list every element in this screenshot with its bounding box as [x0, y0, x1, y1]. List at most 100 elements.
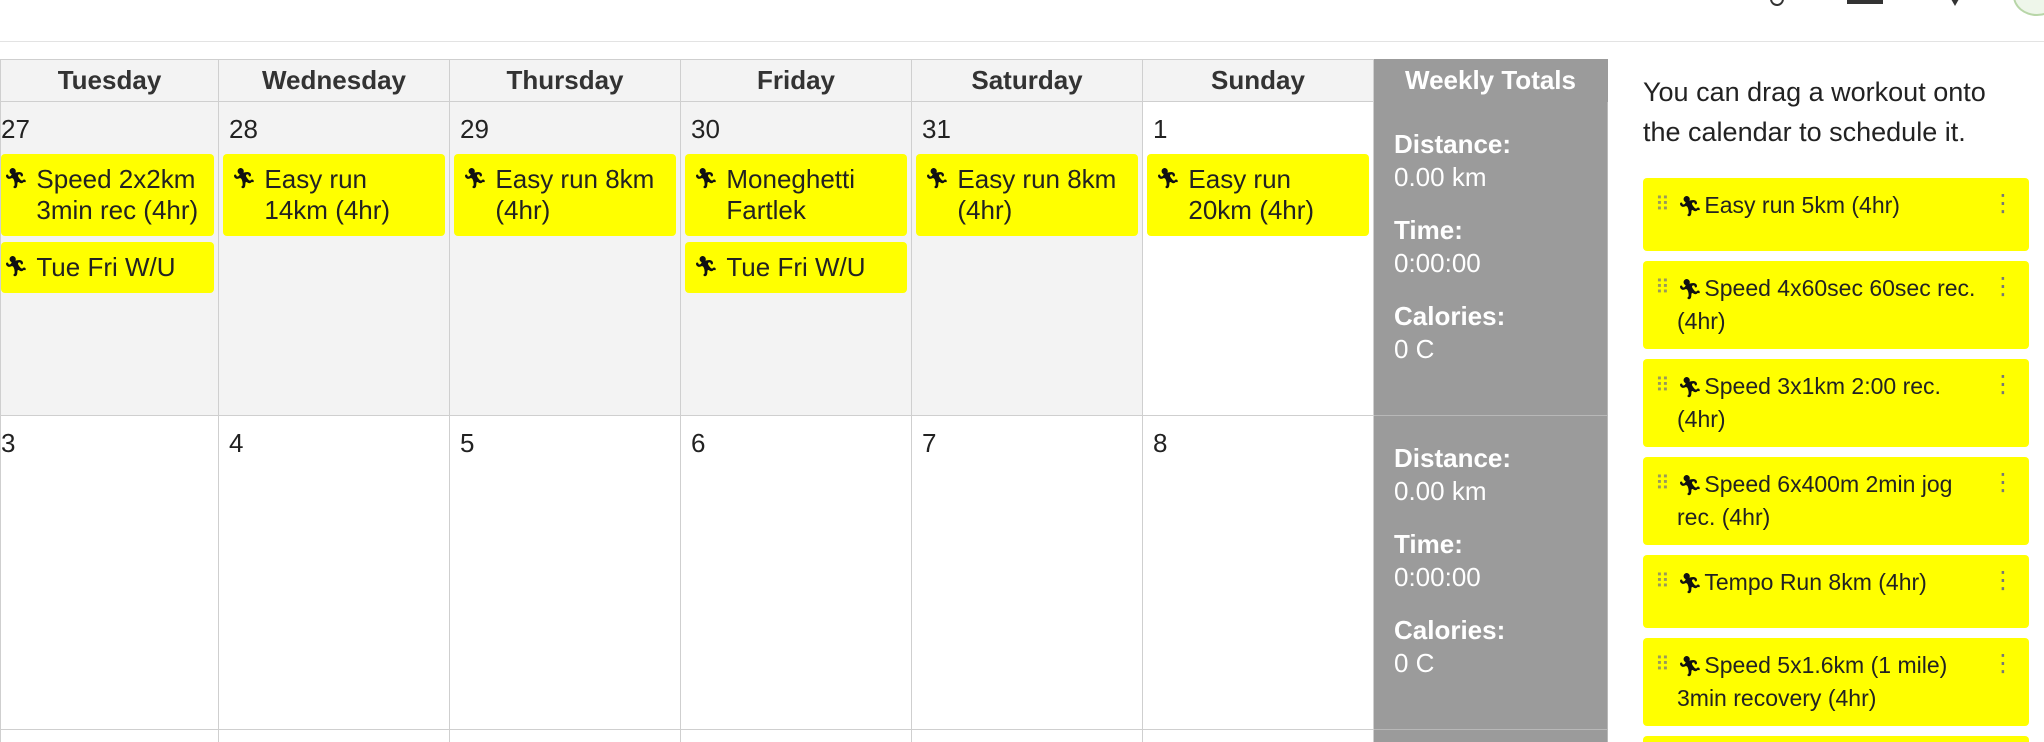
drag-handle-icon[interactable]: ⠿: [1655, 567, 1670, 598]
workout-label: Easy run 20km (4hr): [1188, 164, 1315, 225]
day-number: 3: [1, 428, 16, 458]
running-person-icon: 🏃︎: [1677, 475, 1703, 497]
kebab-menu-icon[interactable]: ⋮: [1991, 271, 2015, 302]
day-number: 4: [229, 428, 244, 458]
weekly-totals-cell: Distance: 0.00 km Time: 0:00:00 Calories…: [1373, 101, 1608, 416]
drag-handle-icon[interactable]: ⠿: [1655, 273, 1670, 304]
header-sunday: Sunday: [1142, 59, 1374, 102]
running-person-icon: 🏃︎: [462, 168, 488, 190]
workout-label: Tue Fri W/U: [36, 252, 176, 282]
workout-card[interactable]: 🏃︎ Easy run 8km (4hr): [454, 154, 676, 236]
day-number: 27: [1, 114, 30, 144]
avatar[interactable]: [2013, 0, 2044, 16]
day-cell[interactable]: 31 🏃︎ Easy run 8km (4hr): [911, 101, 1143, 416]
library-workout-item[interactable]: ⠿ 🏃︎Tempo Run 8km (4hr) ⋮: [1643, 555, 2029, 628]
running-person-icon: 🏃︎: [3, 168, 29, 190]
workout-card[interactable]: 🏃︎ Easy run 20km (4hr): [1147, 154, 1369, 236]
kebab-menu-icon[interactable]: ⋮: [1991, 648, 2015, 679]
distance-value: 0.00 km: [1394, 476, 1487, 506]
kebab-menu-icon[interactable]: ⋮: [1991, 188, 2015, 219]
day-cell[interactable]: [1142, 729, 1374, 742]
day-cell[interactable]: 7: [911, 415, 1143, 730]
calendar-grid: Tuesday Wednesday Thursday Friday Saturd…: [0, 59, 1608, 742]
library-workout-item[interactable]: ⠿ 🏃︎Speed 4x60sec 60sec rec. (4hr) ⋮: [1643, 261, 2029, 349]
workout-label: Tue Fri W/U: [726, 252, 866, 282]
library-workout-item[interactable]: ⠿ 🏃︎Speed 5x1.6km (1 mile) 3min recovery…: [1643, 638, 2029, 726]
day-cell[interactable]: 5: [449, 415, 681, 730]
workout-card[interactable]: 🏃︎ Speed 2x2km 3min rec (4hr): [1, 154, 214, 236]
workout-card[interactable]: 🏃︎ Tue Fri W/U: [685, 242, 907, 293]
day-cell[interactable]: [218, 729, 450, 742]
running-person-icon: 🏃︎: [1677, 377, 1703, 399]
day-number: 30: [691, 114, 720, 144]
day-number: 28: [229, 114, 258, 144]
drag-handle-icon[interactable]: ⠿: [1655, 190, 1670, 221]
drag-handle-icon[interactable]: ⠿: [1655, 371, 1670, 402]
menu-icon[interactable]: [1847, 0, 1883, 4]
day-number: 29: [460, 114, 489, 144]
weekly-totals-cell: [1373, 729, 1608, 742]
day-cell[interactable]: [449, 729, 681, 742]
search-icon[interactable]: [1762, 0, 1784, 6]
time-label: Time:: [1394, 529, 1463, 559]
workout-label: Easy run 8km (4hr): [495, 164, 655, 225]
day-cell[interactable]: 3: [0, 415, 219, 730]
library-workout-item[interactable]: ⠿ 🏃︎Easy run 5km (4hr) ⋮: [1643, 178, 2029, 251]
header-thursday: Thursday: [449, 59, 681, 102]
library-workout-label: Speed 4x60sec 60sec rec. (4hr): [1677, 275, 1976, 334]
day-cell[interactable]: [911, 729, 1143, 742]
workout-card[interactable]: 🏃︎ Easy run 14km (4hr): [223, 154, 445, 236]
drag-hint-text: You can drag a workout onto the calendar…: [1643, 77, 1986, 147]
day-cell[interactable]: [0, 729, 219, 742]
running-person-icon: 🏃︎: [231, 168, 257, 190]
running-person-icon: 🏃︎: [693, 168, 719, 190]
running-person-icon: 🏃︎: [1677, 656, 1703, 678]
workout-label: Moneghetti Fartlek: [726, 164, 856, 225]
library-workout-item[interactable]: [1643, 736, 2029, 742]
day-cell[interactable]: 27 🏃︎ Speed 2x2km 3min rec (4hr) 🏃︎ Tue …: [0, 101, 219, 416]
calories-value: 0 C: [1394, 334, 1435, 364]
day-number: 6: [691, 428, 706, 458]
day-cell[interactable]: 4: [218, 415, 450, 730]
header-tuesday: Tuesday: [0, 59, 219, 102]
running-person-icon: 🏃︎: [1677, 573, 1703, 595]
workout-card[interactable]: 🏃︎ Tue Fri W/U: [1, 242, 214, 293]
day-number: 5: [460, 428, 475, 458]
distance-value: 0.00 km: [1394, 162, 1487, 192]
workout-label: Speed 2x2km 3min rec (4hr): [36, 164, 199, 225]
calendar-week-row: [0, 729, 1608, 742]
header-wednesday: Wednesday: [218, 59, 450, 102]
workout-label: Easy run 14km (4hr): [264, 164, 391, 225]
training-calendar: Tuesday Wednesday Thursday Friday Saturd…: [0, 59, 1608, 742]
kebab-menu-icon[interactable]: ⋮: [1991, 369, 2015, 400]
day-cell[interactable]: 30 🏃︎ Moneghetti Fartlek 🏃︎ Tue Fri W/U: [680, 101, 912, 416]
running-person-icon: 🏃︎: [693, 256, 719, 278]
workout-card[interactable]: 🏃︎ Easy run 8km (4hr): [916, 154, 1138, 236]
day-cell[interactable]: 1 🏃︎ Easy run 20km (4hr): [1142, 101, 1374, 416]
calories-value: 0 C: [1394, 648, 1435, 678]
workout-card[interactable]: 🏃︎ Moneghetti Fartlek: [685, 154, 907, 236]
day-cell[interactable]: 6: [680, 415, 912, 730]
day-cell[interactable]: 28 🏃︎ Easy run 14km (4hr): [218, 101, 450, 416]
top-navigation-bar: [0, 0, 2044, 42]
kebab-menu-icon[interactable]: ⋮: [1991, 467, 2015, 498]
kebab-menu-icon[interactable]: ⋮: [1991, 565, 2015, 596]
weekly-totals-cell: Distance: 0.00 km Time: 0:00:00 Calories…: [1373, 415, 1608, 730]
day-cell[interactable]: 8: [1142, 415, 1374, 730]
day-number: 7: [922, 428, 937, 458]
library-workout-item[interactable]: ⠿ 🏃︎Speed 6x400m 2min jog rec. (4hr) ⋮: [1643, 457, 2029, 545]
time-label: Time:: [1394, 215, 1463, 245]
distance-label: Distance:: [1394, 129, 1512, 159]
library-workout-label: Easy run 5km (4hr): [1704, 192, 1900, 218]
drag-handle-icon[interactable]: ⠿: [1655, 469, 1670, 500]
running-person-icon: 🏃︎: [924, 168, 950, 190]
notification-icon[interactable]: [1942, 0, 1968, 8]
drag-handle-icon[interactable]: ⠿: [1655, 650, 1670, 681]
calendar-week-row: 27 🏃︎ Speed 2x2km 3min rec (4hr) 🏃︎ Tue …: [0, 101, 1608, 416]
library-workout-item[interactable]: ⠿ 🏃︎Speed 3x1km 2:00 rec. (4hr) ⋮: [1643, 359, 2029, 447]
day-cell[interactable]: [680, 729, 912, 742]
day-cell[interactable]: 29 🏃︎ Easy run 8km (4hr): [449, 101, 681, 416]
calories-label: Calories:: [1394, 301, 1506, 331]
header-saturday: Saturday: [911, 59, 1143, 102]
workout-label: Easy run 8km (4hr): [957, 164, 1117, 225]
